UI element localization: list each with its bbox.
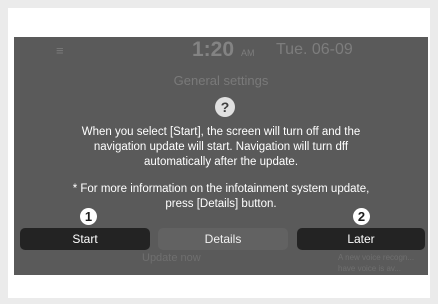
start-button[interactable]: Start bbox=[20, 228, 150, 250]
dialog-message: When you select [Start], the screen will… bbox=[14, 125, 428, 170]
callout-number-2: 2 bbox=[353, 208, 370, 225]
message-line: navigation update will start. Navigation… bbox=[93, 141, 349, 153]
page-title: General settings bbox=[173, 73, 269, 88]
details-button[interactable]: Details bbox=[158, 228, 288, 250]
callout-number-1: 1 bbox=[80, 208, 97, 225]
dialog-note: * For more information on the infotainme… bbox=[14, 182, 428, 212]
later-button[interactable]: Later bbox=[297, 228, 425, 250]
note-line: * For more information on the infotainme… bbox=[72, 183, 370, 195]
message-line: When you select [Start], the screen will… bbox=[81, 126, 361, 138]
clock-date: Tue. 06-09 bbox=[276, 41, 353, 58]
voice-note-item: A new voice recogn... have voice is av..… bbox=[338, 253, 415, 273]
clock-time: 1:20 bbox=[192, 38, 235, 61]
message-line: automatically after the update. bbox=[143, 156, 299, 168]
update-now-item: Update now bbox=[142, 252, 201, 264]
menu-icon: ≡ bbox=[56, 43, 64, 58]
status-bar: ≡ 1:20 AM Tue. 06-09 bbox=[14, 37, 428, 67]
clock-ampm: AM bbox=[241, 48, 255, 58]
infotainment-screen: ≡ 1:20 AM Tue. 06-09 General settings Up… bbox=[14, 37, 428, 275]
question-icon: ? bbox=[215, 97, 235, 117]
